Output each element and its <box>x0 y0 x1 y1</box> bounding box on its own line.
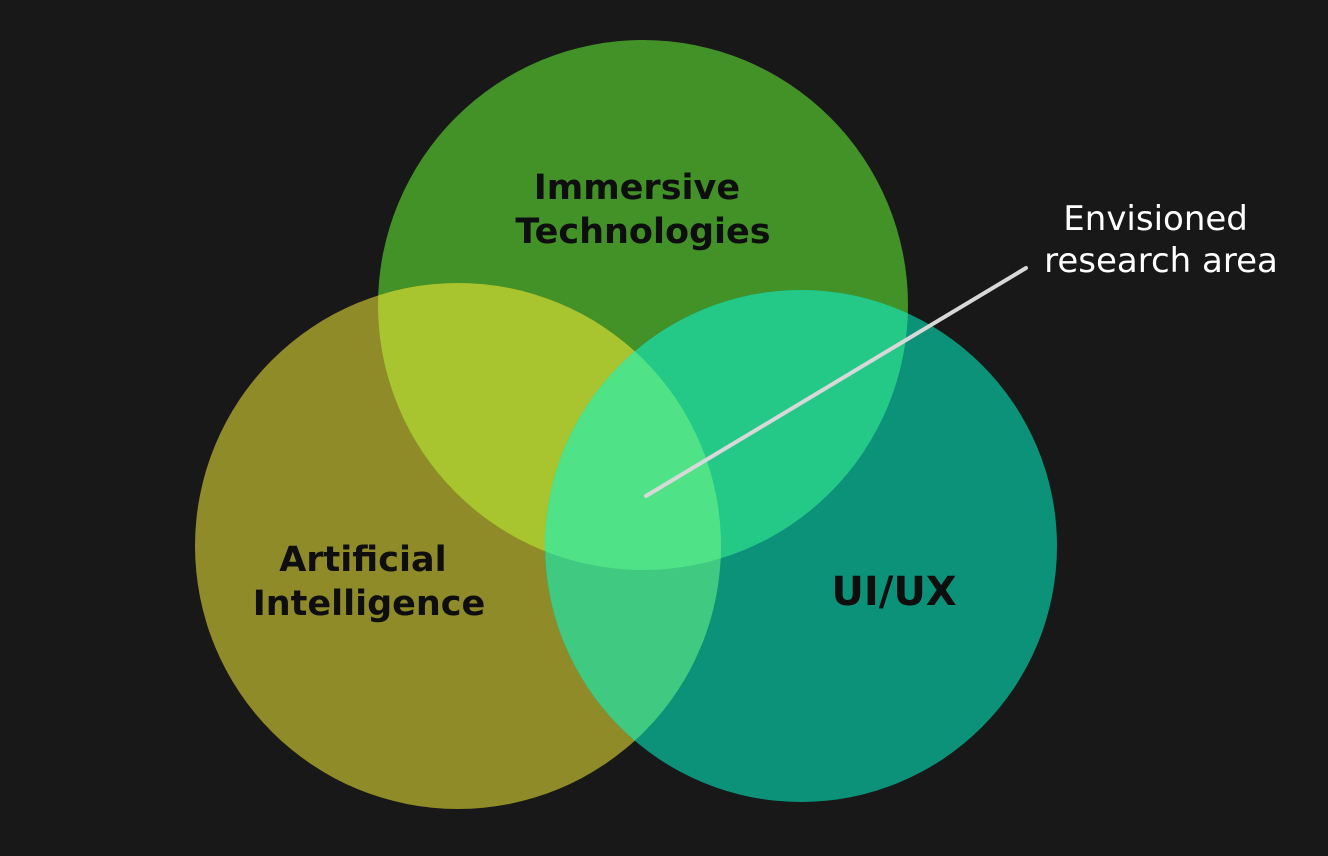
immersive-label-line-1: Immersive <box>534 168 740 208</box>
annotation-line-1: Envisioned <box>1063 199 1248 239</box>
venn-diagram: Immersive Technologies Artificial Intell… <box>0 0 1328 856</box>
ai-label-line-2: Intelligence <box>253 584 486 624</box>
venn-svg: Immersive Technologies Artificial Intell… <box>195 40 1278 809</box>
uiux-label-line-1: UI/UX <box>831 569 956 615</box>
ui-ux-label: UI/UX <box>831 569 956 615</box>
immersive-label-line-2: Technologies <box>515 212 770 252</box>
ai-label-line-1: Artificial <box>279 540 446 580</box>
annotation-label: Envisioned research area <box>1044 199 1278 281</box>
annotation-line-2: research area <box>1044 241 1278 281</box>
